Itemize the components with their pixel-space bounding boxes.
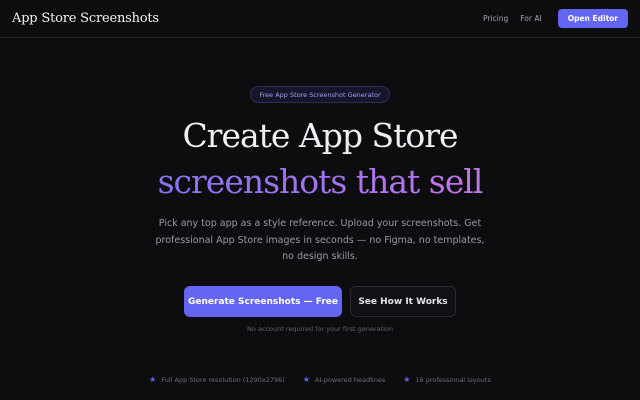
no-account-note: No account required for your first gener…	[247, 325, 393, 333]
top-navigation: App Store Screenshots Pricing For AI Ope…	[0, 0, 640, 38]
see-how-it-works-button[interactable]: See How It Works	[350, 286, 456, 317]
hero-title-line-1: Create App Store	[182, 116, 458, 155]
open-editor-button[interactable]: Open Editor	[557, 9, 628, 28]
nav-links: Pricing For AI Open Editor	[483, 9, 628, 28]
hero-title-line-2: screenshots that sell	[0, 162, 640, 201]
star-icon: ★	[302, 375, 311, 384]
star-icon: ★	[403, 375, 411, 384]
feature-item: ★ Full App Store resolution (1290x2796)	[149, 375, 285, 384]
feature-item: ★ AI-powered headlines	[303, 375, 385, 384]
nav-link-pricing[interactable]: Pricing	[483, 14, 508, 23]
feature-label: Full App Store resolution (1290x2796)	[161, 375, 285, 384]
nav-link-for-ai[interactable]: For AI	[520, 14, 541, 23]
feature-item: ★ 16 professional layouts	[403, 375, 491, 384]
feature-label: 16 professional layouts	[415, 375, 491, 384]
generate-screenshots-button[interactable]: Generate Screenshots — Free	[184, 286, 342, 317]
hero-badge: Free App Store Screenshot Generator	[250, 86, 390, 103]
feature-label: AI-powered headlines	[315, 375, 386, 384]
star-icon: ★	[149, 375, 157, 384]
feature-list: ★ Full App Store resolution (1290x2796) …	[0, 375, 640, 384]
hero-subtitle: Pick any top app as a style reference. U…	[155, 218, 485, 262]
brand-logo-text[interactable]: App Store Screenshots	[12, 11, 159, 26]
